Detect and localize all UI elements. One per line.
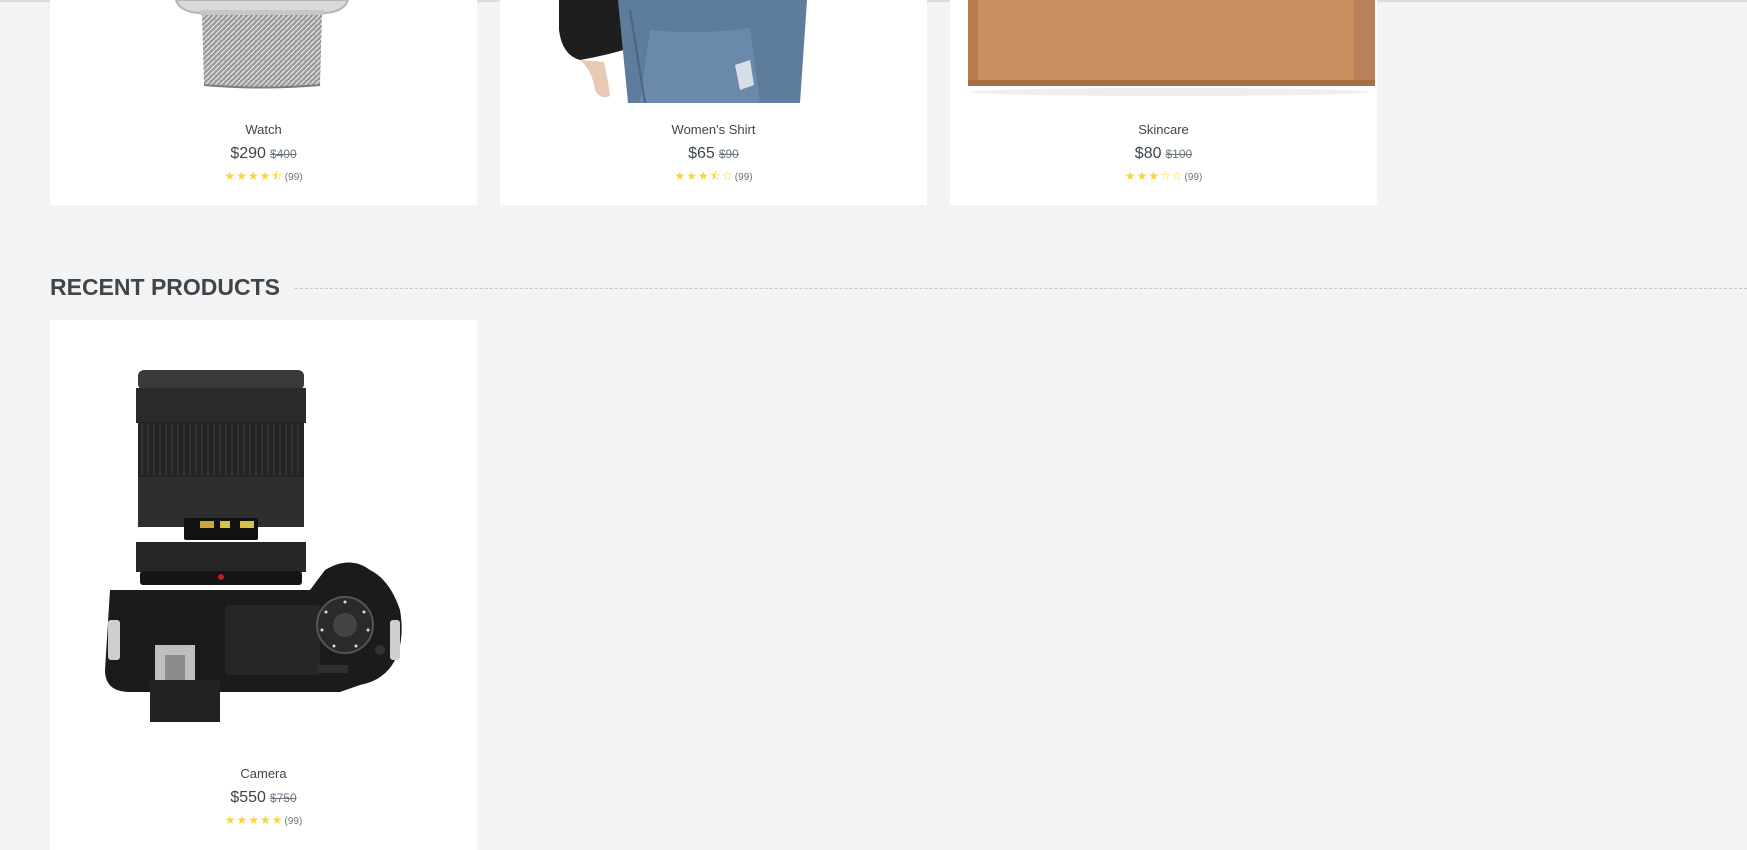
review-count: (99) — [284, 172, 303, 183]
product-old-price: $90 — [718, 147, 739, 161]
star-rating-icon: ★★★☆☆ — [1124, 169, 1184, 183]
product-old-price: $100 — [1165, 147, 1193, 161]
product-image-watch[interactable] — [50, 0, 477, 103]
rating-row: ★★★☆☆(99) — [950, 169, 1377, 185]
rating-row: ★★★★★(99) — [50, 813, 477, 829]
product-price: $80 — [1134, 145, 1162, 162]
product-old-price: $400 — [269, 147, 297, 161]
product-name[interactable]: Camera — [50, 766, 477, 781]
price-row: $65 $90 — [500, 145, 927, 163]
product-image-womens-shirt[interactable] — [500, 0, 927, 103]
rating-row: ★★★★⯪(99) — [50, 169, 477, 185]
rating-row: ★★★⯪☆(99) — [500, 169, 927, 185]
product-card-camera[interactable]: Camera $550 $750 ★★★★★(99) — [50, 320, 477, 850]
product-card-womens-shirt[interactable]: Women's Shirt $65 $90 ★★★⯪☆(99) — [500, 0, 927, 205]
product-name[interactable]: Skincare — [950, 122, 1377, 137]
section-divider — [50, 288, 1747, 289]
star-rating-icon: ★★★★⯪ — [224, 169, 284, 183]
star-rating-icon: ★★★★★ — [224, 813, 284, 827]
review-count: (99) — [1184, 172, 1203, 183]
price-row: $550 $750 — [50, 789, 477, 807]
product-card-skincare[interactable]: Skincare $80 $100 ★★★☆☆(99) — [950, 0, 1377, 205]
product-image-camera[interactable] — [50, 320, 477, 750]
price-row: $290 $400 — [50, 145, 477, 163]
product-name[interactable]: Women's Shirt — [500, 122, 927, 137]
product-card-watch[interactable]: Watch $290 $400 ★★★★⯪(99) — [50, 0, 477, 205]
star-rating-icon: ★★★⯪☆ — [674, 169, 734, 183]
product-price: $290 — [230, 145, 266, 162]
section-title: RECENT PRODUCTS — [50, 272, 295, 302]
product-old-price: $750 — [269, 791, 297, 805]
review-count: (99) — [284, 816, 303, 827]
product-price: $550 — [230, 789, 266, 806]
product-image-skincare[interactable] — [950, 0, 1377, 103]
product-name[interactable]: Watch — [50, 122, 477, 137]
review-count: (99) — [734, 172, 753, 183]
product-price: $65 — [688, 145, 715, 162]
price-row: $80 $100 — [950, 145, 1377, 163]
